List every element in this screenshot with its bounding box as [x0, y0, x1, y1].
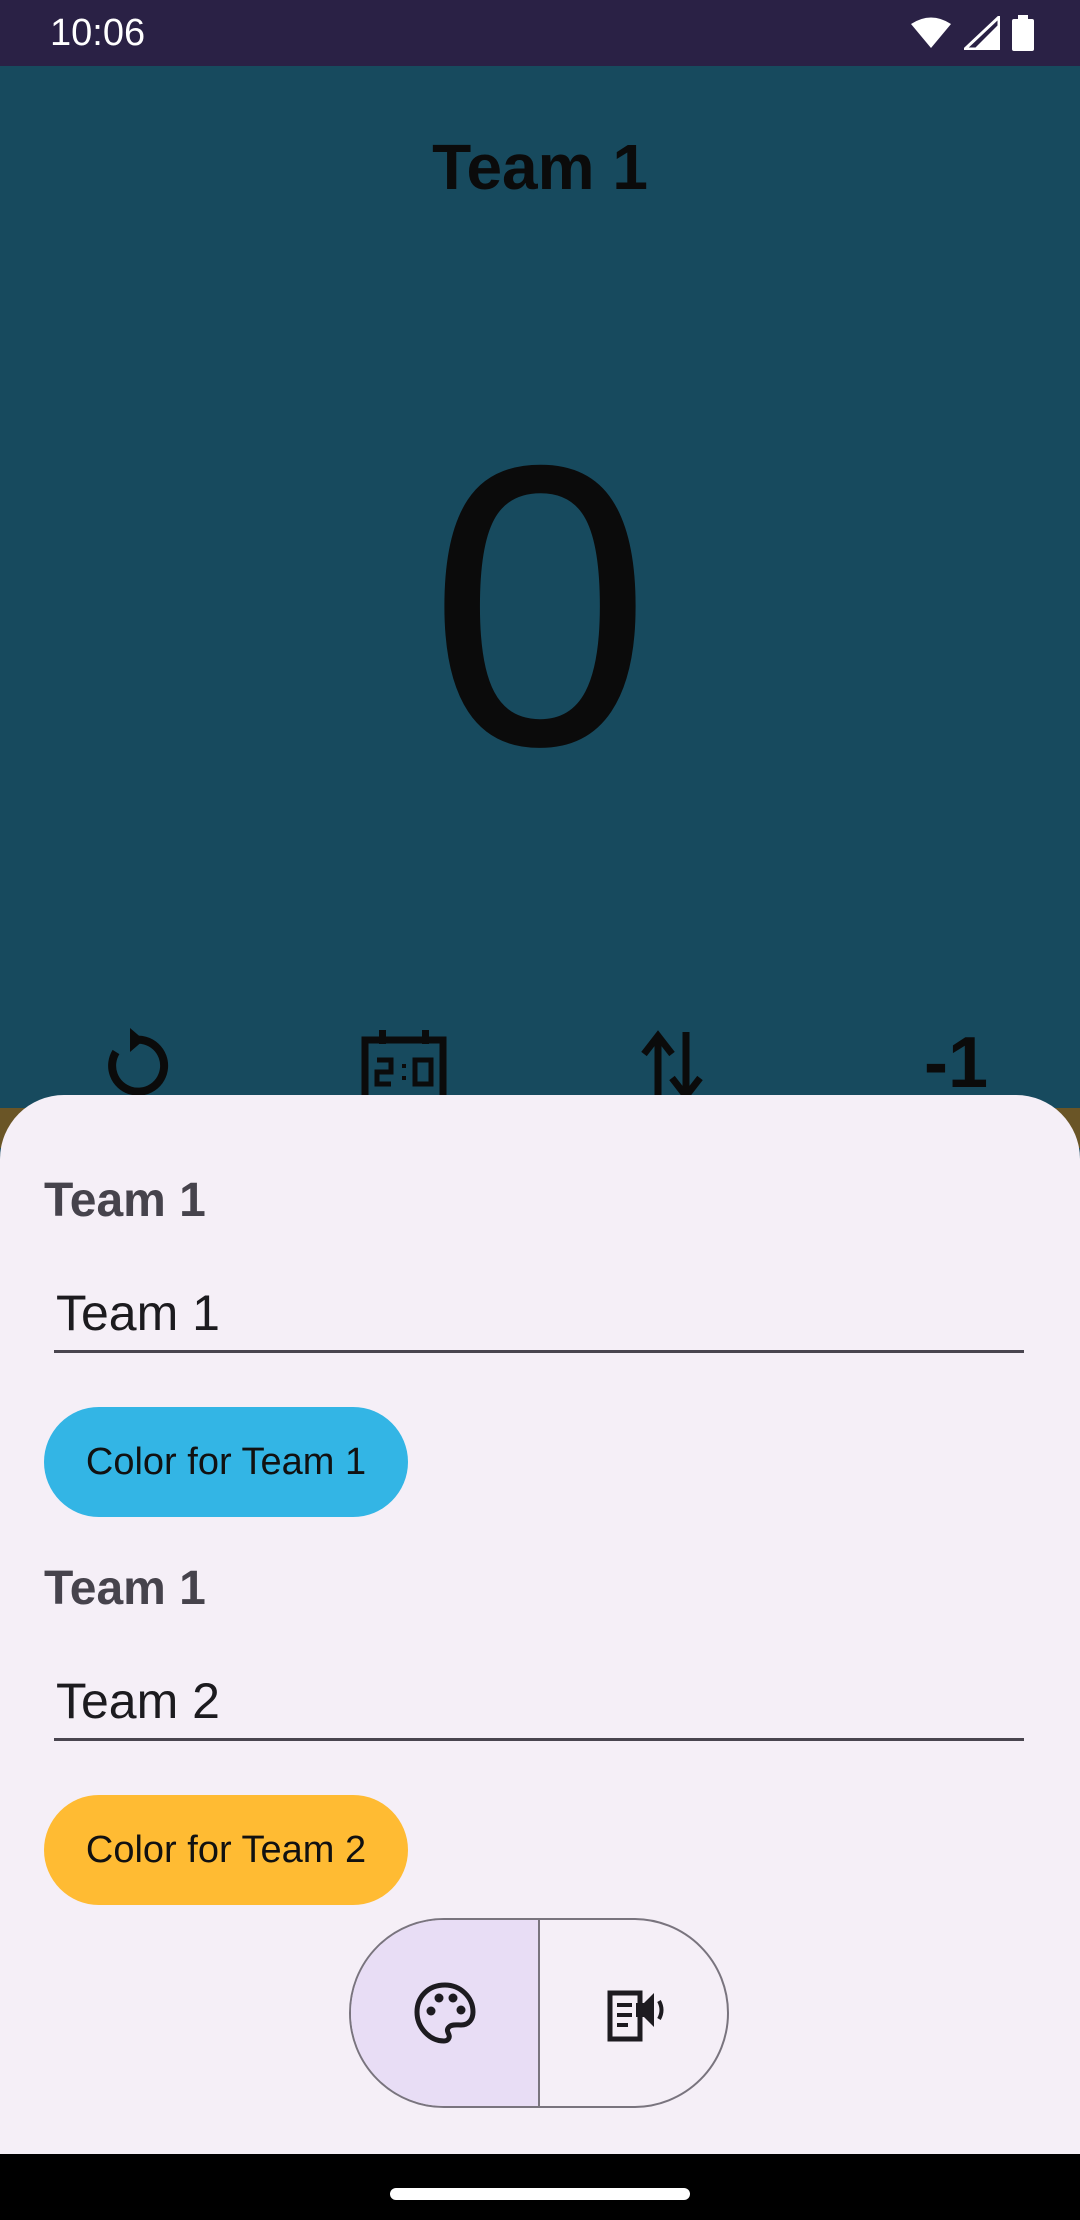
- signal-icon: [964, 16, 1000, 50]
- speech-icon: [607, 1990, 663, 2042]
- home-handle[interactable]: [390, 2188, 690, 2200]
- navigation-bar: [0, 2154, 1080, 2220]
- app-screen: 10:06 Team 1 0 -1 Team 1 Team 1 Color fo…: [0, 0, 1080, 2220]
- team1-name-field[interactable]: Team 1: [54, 1273, 1024, 1353]
- swap-icon: [641, 1030, 703, 1102]
- team-score[interactable]: 0: [0, 406, 1080, 806]
- team2-section-label: Team 1: [44, 1562, 206, 1615]
- reset-icon: [108, 1028, 169, 1096]
- color-mode-segment[interactable]: [351, 1920, 540, 2106]
- team1-color-button[interactable]: Color for Team 1: [44, 1407, 408, 1517]
- minus-one-button[interactable]: -1: [906, 1022, 1006, 1104]
- team-panel[interactable]: Team 1 0 -1: [0, 66, 1080, 1110]
- team-title: Team 1: [432, 131, 648, 203]
- speech-mode-segment[interactable]: [540, 1920, 727, 2106]
- mode-segmented-control: [349, 1918, 729, 2108]
- team2-color-button[interactable]: Color for Team 2: [44, 1795, 408, 1905]
- status-icons: [910, 14, 1034, 52]
- palette-icon: [413, 1982, 476, 2044]
- battery-icon: [1012, 15, 1034, 51]
- status-bar: 10:06: [0, 0, 1080, 66]
- scoreboard-icon: [361, 1030, 447, 1104]
- wifi-icon: [911, 17, 951, 48]
- status-time: 10:06: [50, 12, 146, 54]
- team1-section-label: Team 1: [44, 1174, 206, 1227]
- team2-name-field[interactable]: Team 2: [54, 1661, 1024, 1741]
